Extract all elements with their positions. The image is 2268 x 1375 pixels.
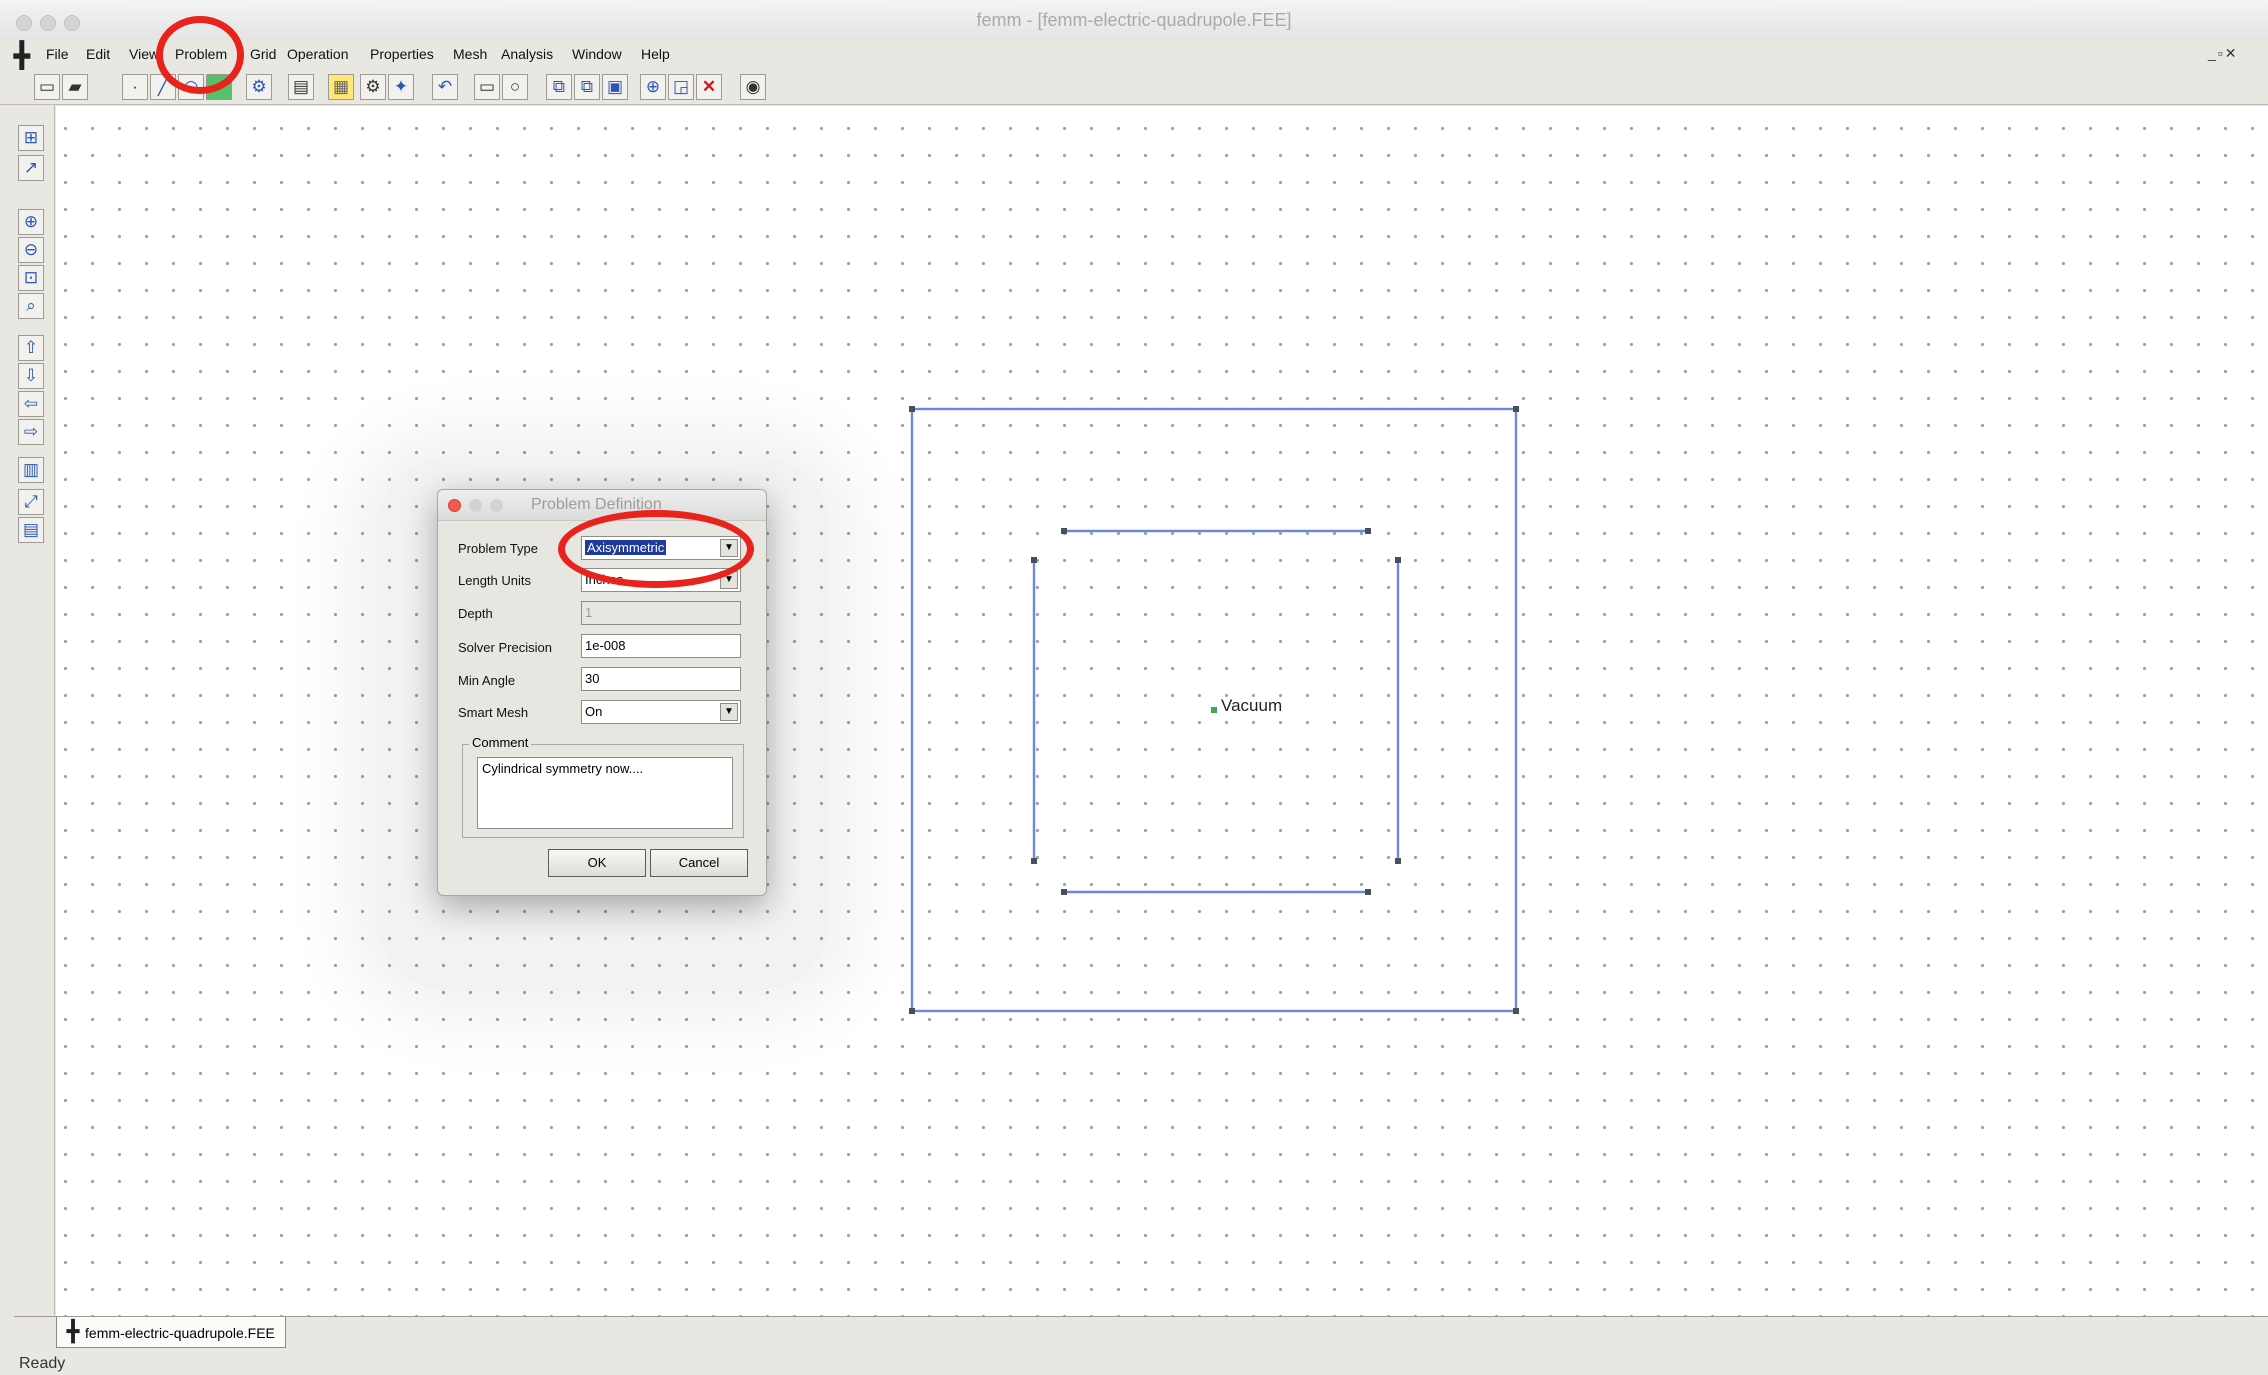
cancel-button[interactable]: Cancel	[650, 849, 748, 877]
node[interactable]	[909, 406, 915, 412]
record-icon[interactable]: ◉	[740, 74, 766, 100]
properties-icon[interactable]: ▤	[288, 74, 314, 100]
scale-icon[interactable]: ⊕	[640, 74, 666, 100]
node[interactable]	[1395, 557, 1401, 563]
chevron-down-icon[interactable]: ▼	[720, 703, 738, 721]
zoom-out-icon[interactable]: ⊖	[18, 237, 44, 263]
menu-mesh[interactable]: Mesh	[451, 46, 489, 62]
node[interactable]	[1513, 1008, 1519, 1014]
smart-mesh-select[interactable]: On ▼	[581, 700, 741, 724]
annotation-circle-problem-type	[558, 510, 754, 588]
solver-precision-label: Solver Precision	[458, 640, 552, 655]
pan-up-icon[interactable]: ⇧	[18, 335, 44, 361]
menu-window[interactable]: Window	[570, 46, 624, 62]
block-label-text: Vacuum	[1221, 696, 1283, 715]
node[interactable]	[1513, 406, 1519, 412]
min-angle-label: Min Angle	[458, 673, 516, 688]
node-mode-icon[interactable]: ·	[122, 74, 148, 100]
pan-down-icon[interactable]: ⇩	[18, 363, 44, 389]
menu-edit[interactable]: Edit	[84, 46, 112, 62]
mirror-icon[interactable]: ▣	[602, 74, 628, 100]
window-title: femm - [femm-electric-quadrupole.FEE]	[976, 10, 1292, 30]
annotation-circle-problem-menu	[156, 16, 244, 94]
mdi-controls-icon[interactable]: _▫✕	[2208, 45, 2238, 62]
view-results-icon[interactable]: ✦	[388, 74, 414, 100]
min-angle-field[interactable]: 30	[581, 667, 741, 691]
solver-precision-field[interactable]: 1e-008	[581, 634, 741, 658]
select-circle-icon[interactable]: ○	[502, 74, 528, 100]
snap-grid-icon[interactable]: ⊞	[18, 125, 44, 151]
measure-icon[interactable]: ⤢	[18, 489, 44, 515]
document-tabs: ╋ femm-electric-quadrupole.FEE	[14, 1316, 2268, 1353]
comment-label: Comment	[469, 735, 532, 750]
smart-mesh-label: Smart Mesh	[458, 705, 529, 720]
problem-type-label: Problem Type	[458, 541, 538, 556]
comment-group: Comment Cylindrical symmetry now....	[462, 735, 744, 838]
block-label-marker[interactable]	[1211, 707, 1217, 713]
mesh-icon[interactable]: ▦	[328, 74, 354, 100]
node[interactable]	[1061, 889, 1067, 895]
new-file-icon[interactable]: ▭	[34, 74, 60, 100]
menu-file[interactable]: File	[44, 46, 71, 62]
comment-textarea[interactable]: Cylindrical symmetry now....	[477, 757, 733, 829]
zoom-window-icon[interactable]: ⌕	[18, 293, 44, 319]
dialog-zoom-button	[490, 499, 503, 512]
set-grid-icon[interactable]: ↗	[18, 155, 44, 181]
title-bar: femm - [femm-electric-quadrupole.FEE]	[0, 0, 2268, 41]
menu-grid[interactable]: Grid	[248, 46, 278, 62]
menu-operation[interactable]: Operation	[285, 46, 350, 62]
zoom-in-icon[interactable]: ⊕	[18, 209, 44, 235]
length-units-label: Length Units	[458, 573, 531, 588]
pan-left-icon[interactable]: ⇦	[18, 391, 44, 417]
main-toolbar: ▭ ▰ · ╱ ◠ ▪ ⚙ ▤ ▦ ⚙ ✦ ↶ ▭ ○ ⧉ ⧉ ▣ ⊕ ◲ ✕ …	[0, 70, 2268, 105]
node[interactable]	[1061, 528, 1067, 534]
node[interactable]	[1031, 858, 1037, 864]
menu-properties[interactable]: Properties	[368, 46, 436, 62]
toggle-grid-icon[interactable]: ▥	[18, 457, 44, 483]
dialog-minimize-button	[469, 499, 482, 512]
move-icon[interactable]: ⧉	[546, 74, 572, 100]
femm-logo-icon: ╋	[14, 41, 30, 71]
document-tab[interactable]: ╋ femm-electric-quadrupole.FEE	[56, 1317, 286, 1348]
node[interactable]	[1365, 889, 1371, 895]
copy-icon[interactable]: ⧉	[574, 74, 600, 100]
femm-window: femm - [femm-electric-quadrupole.FEE] ╋ …	[0, 0, 2268, 1375]
delete-icon[interactable]: ✕	[696, 74, 722, 100]
document-tab-label: femm-electric-quadrupole.FEE	[85, 1325, 275, 1341]
menu-bar: ╋ File Edit View Problem Grid Operation …	[0, 40, 2268, 70]
femm-doc-icon: ╋	[67, 1321, 80, 1343]
depth-label: Depth	[458, 606, 493, 621]
node[interactable]	[1365, 528, 1371, 534]
select-rectangle-icon[interactable]: ▭	[474, 74, 500, 100]
dialog-close-button[interactable]	[448, 499, 461, 512]
status-text: Ready	[19, 1355, 66, 1372]
ok-button[interactable]: OK	[548, 849, 646, 877]
pan-right-icon[interactable]: ⇨	[18, 419, 44, 445]
analyze-icon[interactable]: ⚙	[360, 74, 386, 100]
status-bar: Ready	[14, 1352, 2268, 1375]
undo-icon[interactable]: ↶	[432, 74, 458, 100]
menu-analysis[interactable]: Analysis	[499, 46, 555, 62]
node[interactable]	[1395, 858, 1401, 864]
node[interactable]	[909, 1008, 915, 1014]
view-toolbar: ⊞ ↗ ⊕ ⊖ ⊡ ⌕ ⇧ ⇩ ⇦ ⇨ ▥ ⤢ ▤	[14, 105, 55, 1315]
settings-icon[interactable]: ▤	[18, 517, 44, 543]
node[interactable]	[1031, 557, 1037, 563]
smart-mesh-value: On	[585, 704, 603, 719]
zoom-natural-icon[interactable]: ⊡	[18, 265, 44, 291]
group-mode-icon[interactable]: ⚙	[246, 74, 272, 100]
open-file-icon[interactable]: ▰	[62, 74, 88, 100]
fillet-icon[interactable]: ◲	[668, 74, 694, 100]
menu-help[interactable]: Help	[639, 46, 672, 62]
depth-field: 1	[581, 601, 741, 625]
